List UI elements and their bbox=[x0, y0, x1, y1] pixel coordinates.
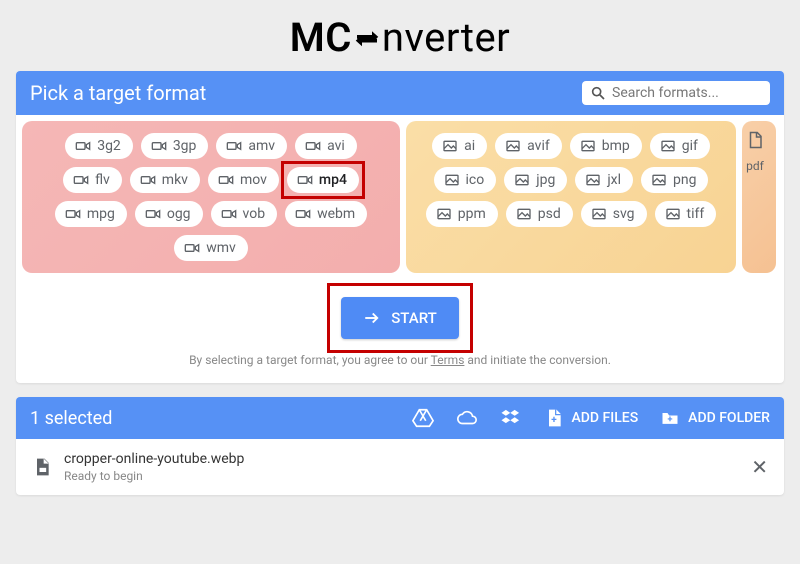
format-chip-webm[interactable]: webm bbox=[285, 201, 367, 227]
swap-icon bbox=[352, 25, 382, 55]
queue-card: 1 selected + ADD FILES + ADD FOLDER crop… bbox=[16, 397, 784, 495]
format-chip-mp4[interactable]: mp4 bbox=[287, 167, 359, 193]
format-chip-ico[interactable]: ico bbox=[434, 167, 497, 193]
image-format-group: ai avif bmp gif ico jpg jxl png ppm psd svg tiff bbox=[406, 121, 736, 273]
app-logo: MC nverter bbox=[0, 0, 800, 71]
format-groups: 3g2 3gp amv avi flv mkv mov mp4 mpg ogg vob webm wmv… bbox=[16, 115, 784, 279]
format-chip-avi[interactable]: avi bbox=[295, 133, 357, 159]
format-chip-label: mp4 bbox=[319, 172, 347, 188]
format-chip-label: webm bbox=[317, 206, 355, 222]
add-folder-icon: + bbox=[660, 408, 680, 428]
terms-text: By selecting a target format, you agree … bbox=[16, 349, 784, 383]
start-button[interactable]: START bbox=[341, 297, 459, 339]
format-chip-mkv[interactable]: mkv bbox=[130, 167, 200, 193]
file-row: cropper-online-youtube.webp Ready to beg… bbox=[16, 439, 784, 495]
format-chip-label: png bbox=[673, 172, 696, 188]
google-drive-icon[interactable] bbox=[412, 407, 434, 429]
format-header: Pick a target format bbox=[16, 71, 784, 115]
format-chip-label: mkv bbox=[162, 172, 188, 188]
format-chip-label: flv bbox=[95, 172, 110, 188]
format-chip-label: svg bbox=[613, 206, 635, 222]
search-icon bbox=[590, 85, 606, 101]
format-chip-label: avi bbox=[327, 138, 345, 154]
format-chip-label: ogg bbox=[167, 206, 191, 222]
svg-text:+: + bbox=[668, 415, 673, 425]
format-chip-tiff[interactable]: tiff bbox=[655, 201, 717, 227]
svg-text:+: + bbox=[551, 415, 557, 426]
format-chip-label: wmv bbox=[206, 240, 236, 256]
doc-format-label: pdf bbox=[746, 159, 764, 173]
terms-link[interactable]: Terms bbox=[431, 353, 465, 367]
format-chip-label: tiff bbox=[687, 206, 705, 222]
format-chip-label: 3g2 bbox=[97, 138, 121, 154]
format-chip-jpg[interactable]: jpg bbox=[504, 167, 567, 193]
start-row: START bbox=[16, 279, 784, 349]
format-chip-label: ppm bbox=[458, 206, 486, 222]
format-chip-amv[interactable]: amv bbox=[216, 133, 287, 159]
format-chip-mov[interactable]: mov bbox=[208, 167, 279, 193]
cloud-icon[interactable] bbox=[456, 407, 478, 429]
format-chip-3gp[interactable]: 3gp bbox=[141, 133, 209, 159]
format-chip-jxl[interactable]: jxl bbox=[575, 167, 633, 193]
format-chip-label: psd bbox=[538, 206, 561, 222]
format-chip-label: jxl bbox=[607, 172, 621, 188]
format-chip-label: vob bbox=[243, 206, 266, 222]
format-chip-vob[interactable]: vob bbox=[211, 201, 278, 227]
format-chip-wmv[interactable]: wmv bbox=[174, 235, 248, 261]
format-chip-png[interactable]: png bbox=[641, 167, 708, 193]
format-chip-label: ai bbox=[464, 138, 475, 154]
format-chip-ai[interactable]: ai bbox=[432, 133, 487, 159]
document-icon bbox=[746, 131, 764, 149]
format-chip-label: gif bbox=[682, 138, 698, 154]
search-input[interactable] bbox=[612, 85, 762, 101]
add-folder-button[interactable]: + ADD FOLDER bbox=[660, 408, 770, 428]
video-format-group: 3g2 3gp amv avi flv mkv mov mp4 mpg ogg vob webm wmv bbox=[22, 121, 400, 273]
queue-header: 1 selected + ADD FILES + ADD FOLDER bbox=[16, 397, 784, 439]
format-chip-label: mov bbox=[240, 172, 267, 188]
format-chip-label: mpg bbox=[87, 206, 115, 222]
format-chip-label: jpg bbox=[536, 172, 555, 188]
format-chip-svg[interactable]: svg bbox=[581, 201, 647, 227]
file-name: cropper-online-youtube.webp bbox=[64, 451, 244, 467]
format-chip-label: 3gp bbox=[173, 138, 197, 154]
logo-text-pre: MC bbox=[290, 14, 352, 61]
add-file-icon: + bbox=[544, 408, 564, 428]
format-card: Pick a target format 3g2 3gp amv avi flv mkv m… bbox=[16, 71, 784, 383]
add-files-button[interactable]: + ADD FILES bbox=[544, 408, 639, 428]
arrow-right-icon bbox=[363, 309, 381, 327]
format-chip-psd[interactable]: psd bbox=[506, 201, 573, 227]
format-chip-ppm[interactable]: ppm bbox=[426, 201, 498, 227]
format-chip-label: ico bbox=[466, 172, 485, 188]
format-chip-bmp[interactable]: bmp bbox=[570, 133, 642, 159]
format-chip-ogg[interactable]: ogg bbox=[135, 201, 203, 227]
file-icon bbox=[32, 457, 52, 477]
search-input-wrap[interactable] bbox=[582, 81, 770, 105]
file-status: Ready to begin bbox=[64, 469, 244, 483]
doc-format-group[interactable]: pdf bbox=[742, 121, 776, 273]
logo-text-post: nverter bbox=[382, 14, 510, 61]
format-chip-mpg[interactable]: mpg bbox=[55, 201, 127, 227]
format-chip-flv[interactable]: flv bbox=[63, 167, 122, 193]
start-label: START bbox=[391, 309, 437, 327]
format-chip-avif[interactable]: avif bbox=[495, 133, 562, 159]
format-chip-gif[interactable]: gif bbox=[650, 133, 710, 159]
dropbox-icon[interactable] bbox=[500, 407, 522, 429]
format-chip-label: avif bbox=[527, 138, 550, 154]
format-chip-label: amv bbox=[248, 138, 275, 154]
format-chip-label: bmp bbox=[602, 138, 630, 154]
remove-file-button[interactable]: ✕ bbox=[751, 457, 768, 477]
format-chip-3g2[interactable]: 3g2 bbox=[65, 133, 133, 159]
panel-title: Pick a target format bbox=[30, 81, 206, 105]
selected-count: 1 selected bbox=[30, 408, 394, 429]
